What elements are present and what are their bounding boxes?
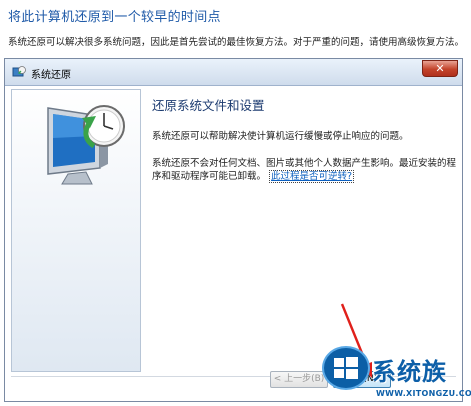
close-button[interactable]: ✕	[422, 60, 458, 77]
dialog-titlebar[interactable]: 系统还原 ✕	[5, 59, 462, 86]
windows-flag-icon	[334, 357, 358, 379]
restore-description: 系统还原可以帮助解决使计算机运行缓慢或停止响应的问题。	[152, 131, 409, 142]
system-restore-icon	[12, 66, 26, 77]
watermark-url: WWW.XITONGZU.COM	[376, 389, 471, 398]
content-area: 还原系统文件和设置 系统还原可以帮助解决使计算机运行缓慢或停止响应的问题。 系统…	[152, 91, 457, 183]
watermark-brand: 系统族	[372, 358, 447, 386]
reversible-link[interactable]: 此过程是否可逆转?	[269, 170, 355, 183]
dialog-heading: 还原系统文件和设置	[152, 98, 265, 113]
computer-clock-illustration	[47, 105, 125, 185]
left-illustration-pane	[11, 89, 141, 372]
impact-description: 系统还原不会对任何文档、图片或其他个人数据产生影响。最近安装的程序和驱动程序可能…	[152, 157, 457, 183]
back-button[interactable]: < 上一步(B)	[270, 371, 328, 388]
close-icon: ✕	[435, 62, 445, 75]
page-description: 系统还原可以解决很多系统问题，因此是首先尝试的最佳恢复方法。对于严重的问题，请使…	[8, 37, 465, 48]
page-title: 将此计算机还原到一个较早的时间点	[8, 10, 221, 25]
system-restore-dialog: 系统还原 ✕ 还原系统文件和设置 系统还原可以帮助解决使计算机运行缓慢或停止响应…	[4, 58, 463, 402]
dialog-title: 系统还原	[31, 70, 71, 81]
watermark-logo-icon	[322, 346, 370, 390]
